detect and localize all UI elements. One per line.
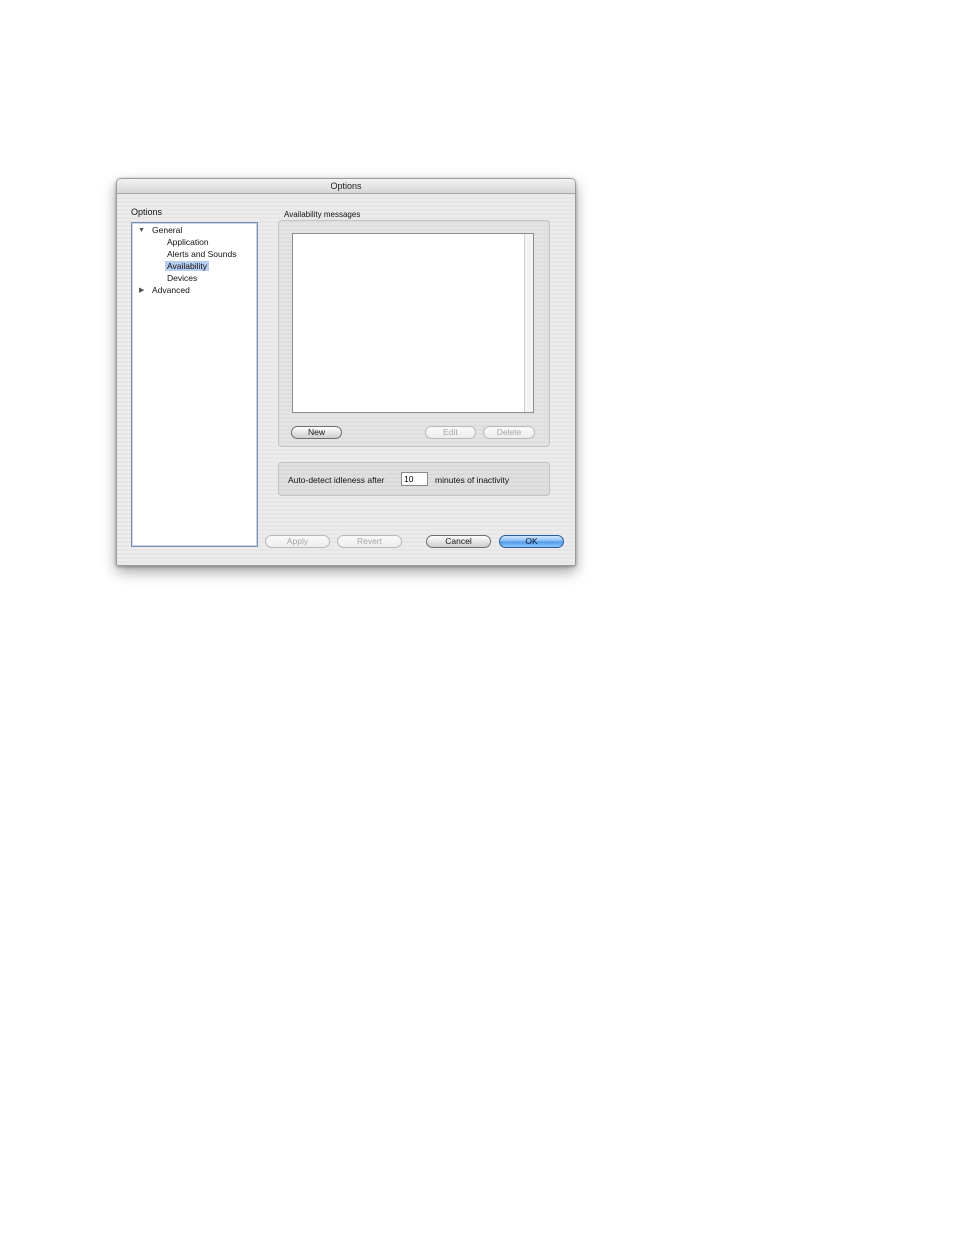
tree-item-label: Availability bbox=[165, 261, 210, 271]
apply-button[interactable]: Apply bbox=[265, 535, 330, 548]
options-section-label: Options bbox=[131, 207, 163, 217]
tree-item-label: General bbox=[152, 225, 183, 235]
disclosure-triangle-down-icon[interactable]: ▼ bbox=[138, 225, 145, 236]
idle-prefix-label: Auto-detect idleness after bbox=[288, 475, 385, 485]
tree-item-availability[interactable]: Availability bbox=[165, 261, 210, 272]
edit-button[interactable]: Edit bbox=[425, 426, 476, 439]
tree-item-label: Devices bbox=[167, 273, 198, 283]
availability-messages-list[interactable] bbox=[292, 233, 534, 413]
options-dialog: Options Options ▼ General Application Al… bbox=[116, 178, 576, 566]
delete-button[interactable]: Delete bbox=[483, 426, 535, 439]
tree-item-alerts-and-sounds[interactable]: Alerts and Sounds bbox=[167, 249, 236, 260]
revert-button[interactable]: Revert bbox=[337, 535, 402, 548]
tree-item-general[interactable]: General bbox=[152, 225, 182, 236]
scrollbar[interactable] bbox=[524, 234, 533, 412]
availability-messages-label: Availability messages bbox=[284, 210, 361, 219]
tree-item-devices[interactable]: Devices bbox=[167, 273, 197, 284]
window-title: Options bbox=[117, 179, 575, 194]
tree-item-label: Alerts and Sounds bbox=[167, 249, 237, 259]
tree-item-advanced[interactable]: Advanced bbox=[152, 285, 190, 296]
idle-minutes-input[interactable] bbox=[401, 472, 428, 486]
disclosure-triangle-right-icon[interactable]: ▶ bbox=[139, 285, 144, 296]
new-button[interactable]: New bbox=[291, 426, 342, 439]
options-tree[interactable]: ▼ General Application Alerts and Sounds … bbox=[131, 222, 258, 547]
cancel-button[interactable]: Cancel bbox=[426, 535, 491, 548]
tree-item-application[interactable]: Application bbox=[167, 237, 209, 248]
tree-item-label: Application bbox=[167, 237, 209, 247]
tree-item-label: Advanced bbox=[152, 285, 190, 295]
idle-suffix-label: minutes of inactivity bbox=[435, 475, 510, 485]
ok-button[interactable]: OK bbox=[499, 535, 564, 548]
